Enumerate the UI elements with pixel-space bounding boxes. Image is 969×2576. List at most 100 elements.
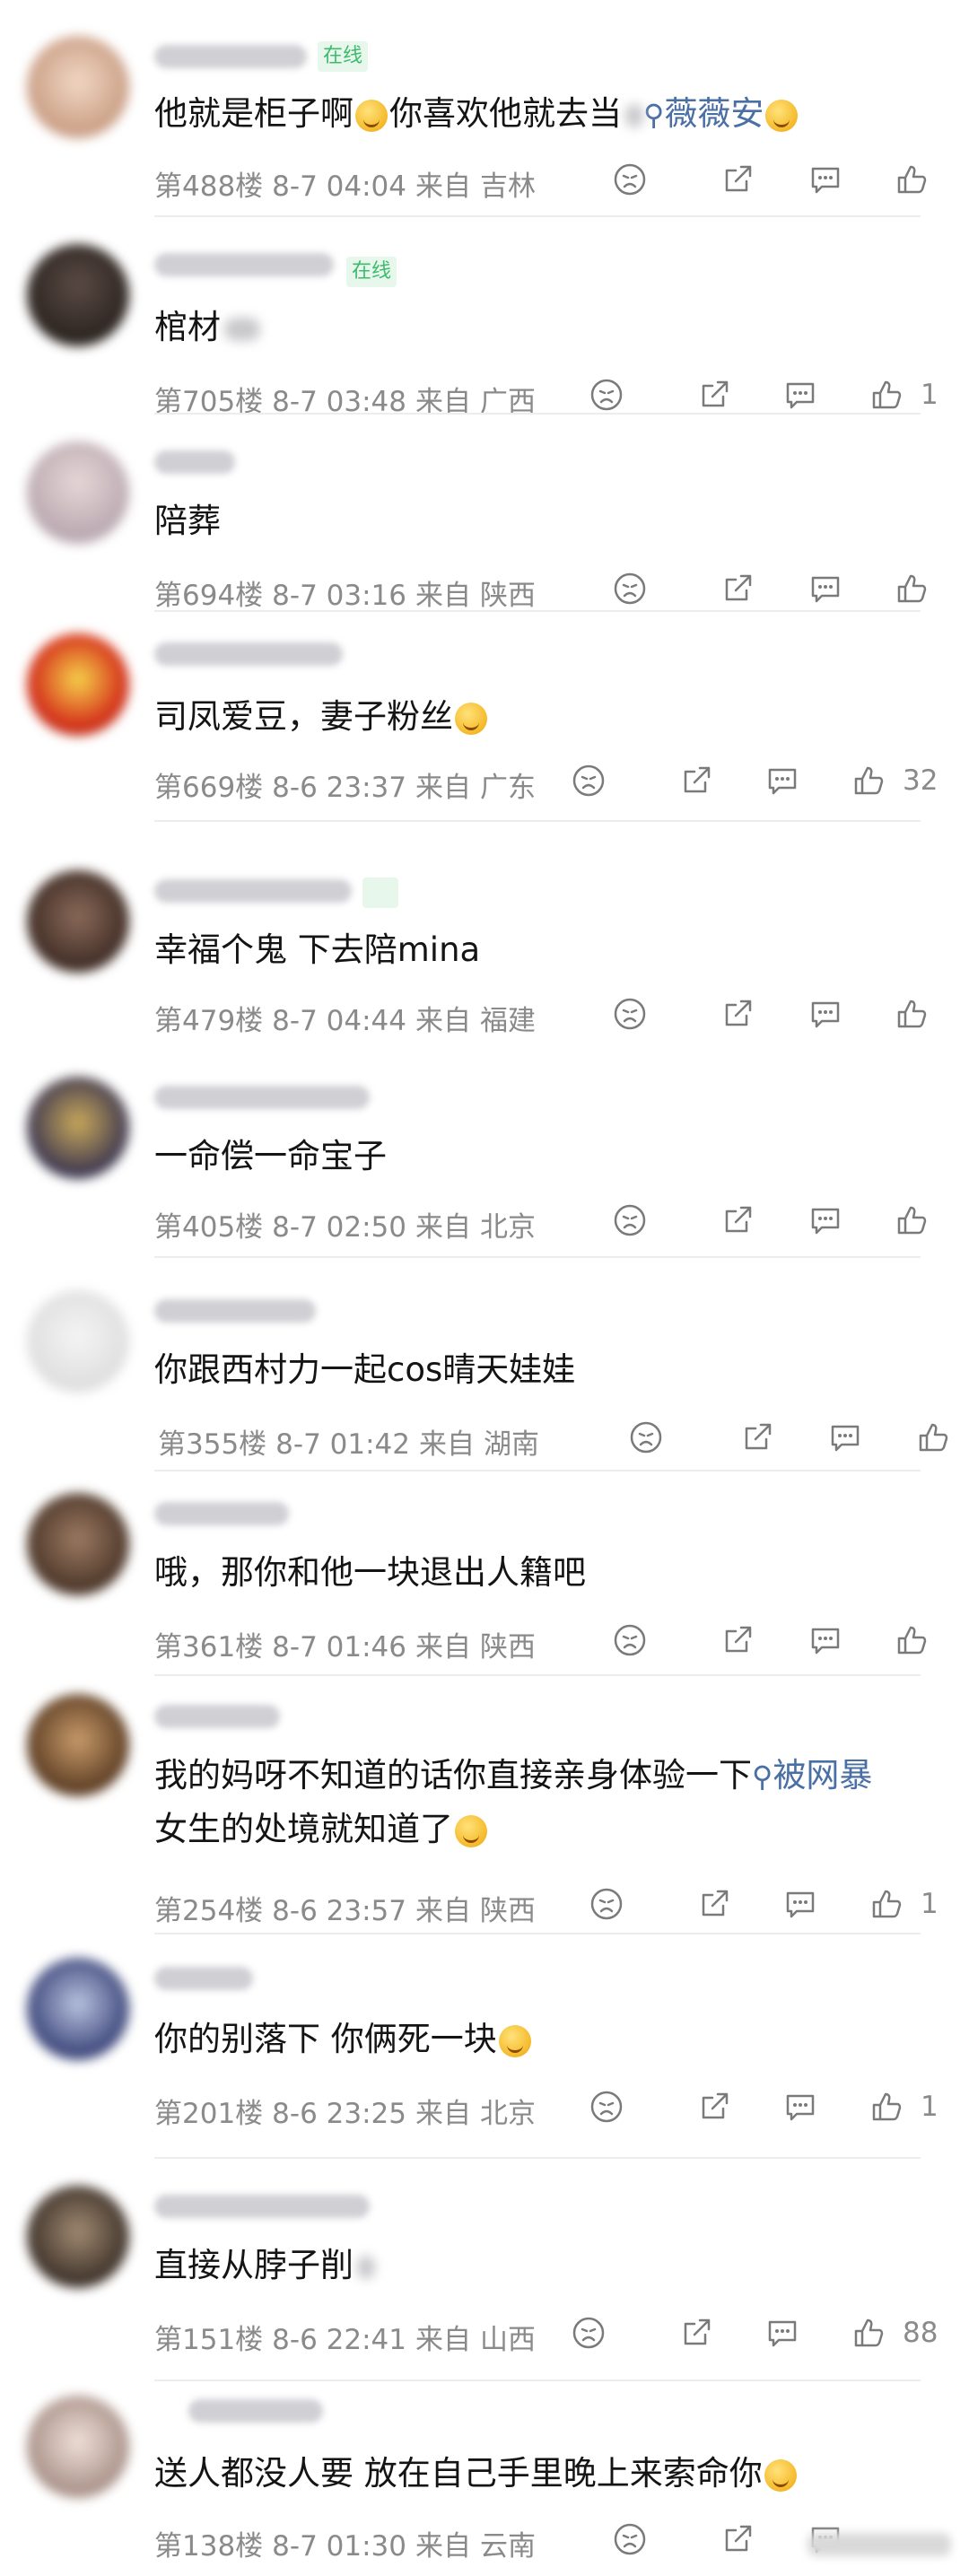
- username[interactable]: [154, 1502, 289, 1525]
- comment-item: 直接从脖子削 第151楼 8-6 22:41 来自 山西 88: [0, 2159, 969, 2381]
- laugh-emoji-icon: [498, 2024, 531, 2057]
- dislike-icon[interactable]: [612, 571, 648, 607]
- share-icon[interactable]: [720, 162, 755, 197]
- dislike-icon[interactable]: [589, 377, 624, 413]
- comment-meta: 第694楼 8-7 03:16 来自 陕西: [154, 580, 536, 612]
- username[interactable]: [154, 2195, 370, 2218]
- share-icon[interactable]: [678, 2315, 714, 2351]
- like-icon[interactable]: [851, 763, 886, 799]
- comment-meta: 第355楼 8-7 01:42 来自 湖南: [158, 1428, 539, 1461]
- comment-icon[interactable]: [764, 763, 800, 799]
- username[interactable]: [154, 879, 352, 903]
- comment-icon[interactable]: [782, 377, 818, 413]
- tongue-emoji-icon: [455, 702, 487, 735]
- like-icon[interactable]: [869, 2089, 904, 2125]
- avatar[interactable]: [27, 1290, 129, 1393]
- comment-meta: 第479楼 8-7 04:44 来自 福建: [154, 1005, 536, 1037]
- comment-item: 在线 他就是柜子啊 你喜欢他就去当 ⚲薇薇安 第488楼 8-7 04:04 来自 吉林: [0, 0, 969, 217]
- comment-item: 你跟西村力一起cos晴天娃娃 第355楼 8-7 01:42 来自 湖南: [0, 1258, 969, 1471]
- username[interactable]: [188, 2399, 323, 2423]
- avatar[interactable]: [27, 36, 129, 138]
- dislike-icon[interactable]: [571, 763, 607, 799]
- like-icon[interactable]: [894, 571, 930, 607]
- like-icon[interactable]: [894, 996, 930, 1032]
- comment-icon[interactable]: [808, 1202, 843, 1238]
- dislike-icon[interactable]: [612, 162, 648, 197]
- dislike-icon[interactable]: [628, 1419, 664, 1455]
- comment-item: 司凤爱豆，妻子粉丝 第669楼 8-6 23:37 来自 广东 32: [0, 612, 969, 822]
- share-icon[interactable]: [720, 1622, 755, 1658]
- avatar[interactable]: [27, 1493, 129, 1595]
- comment-text: 你跟西村力一起cos晴天娃娃: [154, 1350, 576, 1389]
- share-icon[interactable]: [720, 571, 755, 607]
- share-icon[interactable]: [720, 1202, 755, 1238]
- username[interactable]: [154, 1705, 280, 1728]
- like-icon[interactable]: [851, 2315, 886, 2351]
- comment-icon[interactable]: [782, 1886, 818, 1922]
- avatar[interactable]: [27, 2186, 129, 2288]
- dislike-icon[interactable]: [589, 1886, 624, 1922]
- watermark: [808, 2533, 951, 2556]
- like-count: 1: [921, 1888, 938, 1920]
- username[interactable]: [154, 1967, 253, 1990]
- share-icon[interactable]: [696, 377, 732, 413]
- share-icon[interactable]: [720, 2521, 755, 2557]
- like-icon[interactable]: [869, 377, 904, 413]
- dislike-icon[interactable]: [571, 2315, 607, 2351]
- username[interactable]: [154, 450, 235, 474]
- username[interactable]: [154, 253, 334, 276]
- username[interactable]: [154, 642, 343, 666]
- comment-meta: 第361楼 8-7 01:46 来自 陕西: [154, 1631, 536, 1663]
- avatar[interactable]: [27, 1694, 129, 1796]
- comment-icon[interactable]: [827, 1419, 863, 1455]
- comment-icon[interactable]: [808, 162, 843, 197]
- comment-icon[interactable]: [808, 1622, 843, 1658]
- avatar[interactable]: [27, 870, 129, 973]
- comment-text: 我的妈呀不知道的话你直接亲身体验一下⚲被网暴: [154, 1756, 873, 1794]
- comment-text: 一命偿一命宝子: [154, 1137, 387, 1175]
- avatar[interactable]: [27, 633, 129, 736]
- search-icon: ⚲: [752, 1760, 773, 1794]
- share-icon[interactable]: [696, 1886, 732, 1922]
- share-icon[interactable]: [696, 2089, 732, 2125]
- comment-item: 一命偿一命宝子 第405楼 8-7 02:50 来自 北京: [0, 1044, 969, 1258]
- like-icon[interactable]: [894, 1622, 930, 1658]
- like-icon[interactable]: [894, 162, 930, 197]
- topic-link[interactable]: 薇薇安: [664, 94, 764, 133]
- comment-text: 哦，那你和他一块退出人籍吧: [154, 1553, 586, 1592]
- like-icon[interactable]: [915, 1419, 951, 1455]
- username[interactable]: [154, 45, 307, 68]
- share-icon[interactable]: [720, 996, 755, 1032]
- avatar[interactable]: [27, 2396, 129, 2498]
- comment-icon[interactable]: [808, 996, 843, 1032]
- share-icon[interactable]: [739, 1419, 775, 1455]
- laugh-emoji-icon: [764, 2458, 797, 2492]
- dislike-icon[interactable]: [612, 2521, 648, 2557]
- like-icon[interactable]: [869, 1886, 904, 1922]
- avatar[interactable]: [27, 441, 129, 544]
- comment-icon[interactable]: [764, 2315, 800, 2351]
- comment-item: 哦，那你和他一块退出人籍吧 第361楼 8-7 01:46 来自 陕西: [0, 1471, 969, 1676]
- comment-item: 我的妈呀不知道的话你直接亲身体验一下⚲被网暴 女生的处境就知道了 第254楼 8-…: [0, 1676, 969, 1934]
- avatar[interactable]: [27, 244, 129, 346]
- comment-text: 送人都没人要 放在自己手里晚上来索命你: [154, 2448, 933, 2500]
- comment-text: 司凤爱豆，妻子粉丝: [154, 691, 933, 743]
- comment-text: 棺材: [154, 301, 933, 354]
- share-icon[interactable]: [678, 763, 714, 799]
- username[interactable]: [154, 1299, 316, 1323]
- comment-meta: 第254楼 8-6 23:57 来自 陕西: [154, 1895, 536, 1927]
- username[interactable]: [154, 1086, 370, 1109]
- laugh-emoji-icon: [355, 99, 388, 132]
- dislike-icon[interactable]: [612, 996, 648, 1032]
- comment-list: 在线 他就是柜子啊 你喜欢他就去当 ⚲薇薇安 第488楼 8-7 04:04 来自 吉林 …: [0, 0, 969, 2576]
- dislike-icon[interactable]: [612, 1202, 648, 1238]
- comment-icon[interactable]: [808, 571, 843, 607]
- comment-icon[interactable]: [782, 2089, 818, 2125]
- laugh-emoji-icon: [765, 99, 799, 132]
- like-icon[interactable]: [894, 1202, 930, 1238]
- topic-link[interactable]: 被网暴: [773, 1756, 872, 1794]
- dislike-icon[interactable]: [612, 1622, 648, 1658]
- avatar[interactable]: [27, 1077, 129, 1179]
- avatar[interactable]: [27, 1958, 129, 2060]
- dislike-icon[interactable]: [589, 2089, 624, 2125]
